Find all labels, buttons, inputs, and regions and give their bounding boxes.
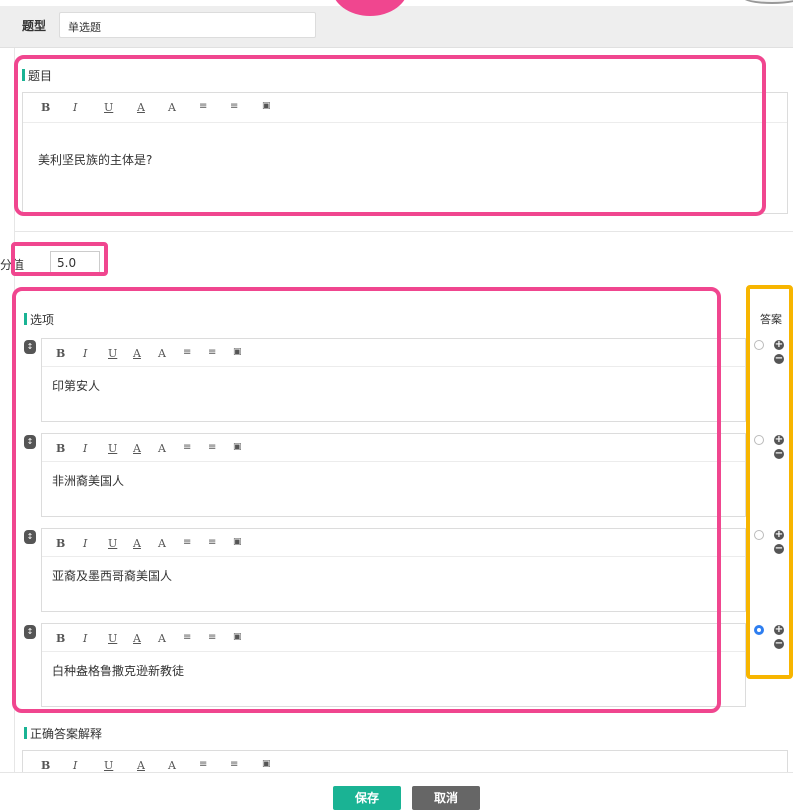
question-highlight-box: [14, 55, 766, 216]
bold-button[interactable]: B: [41, 759, 50, 772]
explanation-section-title: 正确答案解释: [24, 725, 102, 742]
font-color-button[interactable]: A: [137, 759, 145, 772]
font-size-button[interactable]: A: [168, 759, 176, 772]
chevron-down-icon: ∨: [68, 18, 77, 31]
ordered-list-icon[interactable]: ≡: [199, 759, 207, 770]
options-highlight-box: [12, 287, 721, 713]
cancel-button[interactable]: 取消: [412, 786, 480, 810]
underline-button[interactable]: U: [104, 759, 113, 772]
unordered-list-icon[interactable]: ≡: [230, 759, 238, 770]
score-highlight-box: [11, 242, 108, 276]
question-type-select[interactable]: 单选题 ∨: [59, 12, 316, 38]
pink-circle-marker: [332, 0, 408, 16]
question-type-label: 题型: [22, 19, 47, 33]
top-bar: 题型 单选题 ∨: [0, 0, 793, 48]
divider: [14, 231, 793, 232]
footer-bar: 保存 取消: [0, 772, 793, 811]
italic-button[interactable]: I: [73, 759, 77, 772]
explanation-section-label: 正确答案解释: [30, 727, 103, 741]
image-icon[interactable]: ▣: [262, 759, 271, 769]
section-marker: [24, 727, 27, 739]
answer-highlight-box: [746, 285, 793, 679]
save-button[interactable]: 保存: [333, 786, 401, 810]
